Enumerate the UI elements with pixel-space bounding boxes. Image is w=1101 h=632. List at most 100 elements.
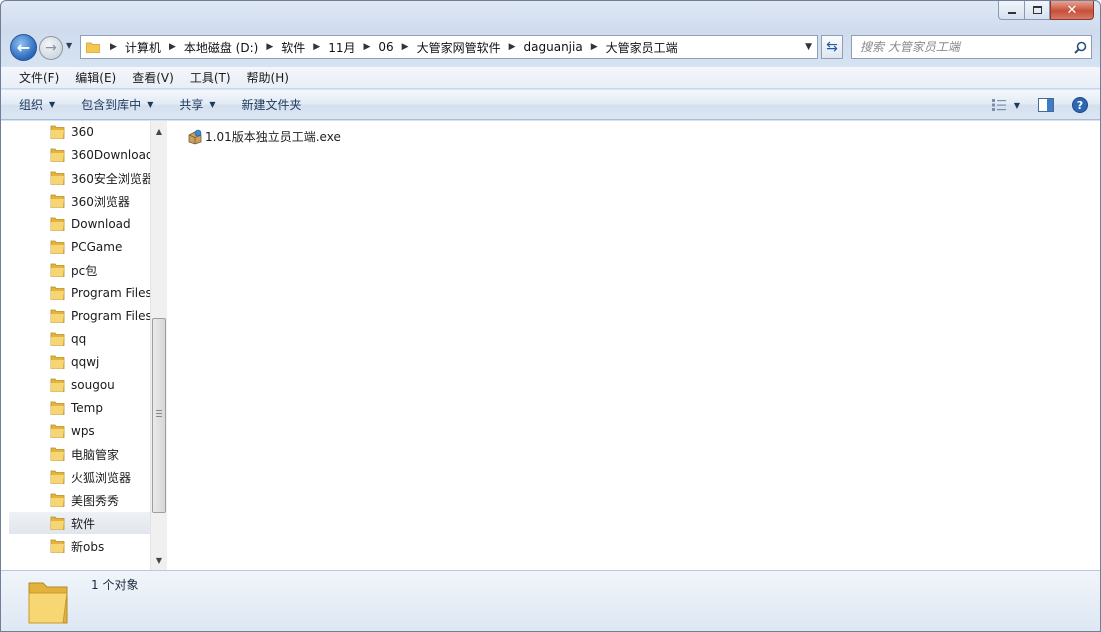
scroll-down-button[interactable]: ▼ [151, 552, 167, 568]
view-list-icon [991, 99, 1006, 111]
chevron-right-icon[interactable]: ▶ [169, 42, 176, 52]
command-bar: 组织 ▼ 包含到库中 ▼ 共享 ▼ 新建文件夹 ▼ ? [1, 90, 1100, 120]
tree-item[interactable]: PCGame [9, 236, 150, 258]
tree-item[interactable]: qqwj [9, 351, 150, 373]
breadcrumb-item[interactable]: daguanjia [524, 40, 583, 54]
minimize-button[interactable] [998, 1, 1024, 20]
breadcrumb-item[interactable]: 11月 [328, 39, 355, 56]
tree-item[interactable]: wps [9, 420, 150, 442]
tree-item-label: 360安全浏览器 [71, 171, 150, 186]
refresh-button[interactable]: ⇆ [821, 35, 843, 59]
tree-item[interactable]: Download [9, 213, 150, 235]
new-folder-button[interactable]: 新建文件夹 [242, 96, 302, 113]
breadcrumb-item[interactable]: 软件 [281, 39, 305, 56]
folder-icon [50, 148, 65, 162]
tree-item-label: Temp [71, 401, 103, 415]
tree-item[interactable]: pc包 [9, 259, 150, 281]
tree-item-label: 火狐浏览器 [71, 470, 132, 485]
tree-item[interactable]: 火狐浏览器 [9, 466, 150, 488]
folder-icon [50, 332, 65, 346]
breadcrumb-item[interactable]: 06 [378, 40, 393, 54]
tree-item-label: 美图秀秀 [71, 493, 120, 508]
search-box [851, 35, 1092, 59]
chevron-down-icon: ▼ [49, 100, 56, 109]
address-bar[interactable]: ▶ 计算机 ▶ 本地磁盘 (D:) ▶ 软件 ▶ 11月 ▶ 06 ▶ 大管家网管软件 ▶ daguanj… [80, 35, 818, 59]
menu-edit[interactable]: 编辑(E) [75, 69, 116, 86]
chevron-right-icon[interactable]: ▶ [509, 42, 516, 52]
folder-icon [50, 401, 65, 415]
organize-button[interactable]: 组织 ▼ [19, 96, 55, 113]
recent-pages-button[interactable]: ▼ [66, 41, 72, 50]
maximize-button[interactable] [1024, 1, 1050, 20]
close-icon: ✕ [1066, 2, 1078, 18]
chevron-right-icon[interactable]: ▶ [402, 42, 409, 52]
help-button[interactable]: ? [1072, 97, 1088, 113]
change-view-button[interactable]: ▼ [991, 99, 1020, 111]
chevron-down-icon: ▼ [1013, 100, 1020, 110]
menu-tools[interactable]: 工具(T) [190, 69, 231, 86]
chevron-down-icon: ▼ [209, 100, 216, 109]
include-in-library-button[interactable]: 包含到库中 ▼ [81, 96, 153, 113]
menu-file[interactable]: 文件(F) [19, 69, 59, 86]
tree-item[interactable]: Program Files [9, 282, 150, 304]
scroll-up-button[interactable]: ▲ [151, 123, 167, 139]
details-pane: 1 个对象 [1, 570, 1100, 631]
preview-pane-icon [1038, 98, 1054, 112]
tree-item[interactable]: 360Download [9, 144, 150, 166]
chevron-right-icon[interactable]: ▶ [363, 42, 370, 52]
menu-view[interactable]: 查看(V) [132, 69, 174, 86]
breadcrumb-item[interactable]: 大管家员工端 [606, 39, 678, 56]
tree-item-label: sougou [71, 378, 115, 392]
breadcrumb-item[interactable]: 大管家网管软件 [417, 39, 501, 56]
nav-pane-scrollbar[interactable]: ▲ ▼ [150, 121, 167, 570]
address-dropdown-button[interactable]: ▼ [805, 42, 812, 52]
search-input[interactable] [860, 37, 1069, 57]
tree-item-label: Program Files [71, 286, 150, 300]
tree-item-label: PCGame [71, 240, 123, 254]
folder-icon [50, 516, 65, 530]
tree-item-label: 软件 [71, 516, 96, 531]
chevron-right-icon[interactable]: ▶ [313, 42, 320, 52]
chevron-right-icon[interactable]: ▶ [110, 42, 117, 52]
installer-icon [188, 129, 202, 144]
search-icon [1073, 41, 1086, 54]
folder-icon [50, 493, 65, 507]
maximize-icon [1032, 6, 1042, 14]
folder-icon [50, 539, 65, 553]
navigation-pane: 360 360Download 360安全浏览器 360浏览器 Download PCGa… [9, 121, 150, 570]
include-in-library-label: 包含到库中 [81, 98, 142, 112]
tree-item-label: qq [71, 332, 87, 346]
chevron-down-icon: ▼ [66, 41, 73, 50]
tree-item[interactable]: sougou [9, 374, 150, 396]
search-button[interactable] [1069, 41, 1091, 54]
navigation-bar: ← → ▼ ▶ 计算机 ▶ 本地磁盘 (D:) ▶ 软件 ▶ 11月 ▶ 06 ▶ 大管家网管软件 ▶ d… [1, 31, 1100, 63]
back-arrow-icon: ← [16, 38, 31, 57]
tree-item[interactable]: 360 [9, 121, 150, 143]
breadcrumb-item[interactable]: 本地磁盘 (D:) [184, 39, 258, 56]
back-button[interactable]: ← [10, 34, 37, 61]
chevron-right-icon[interactable]: ▶ [591, 42, 598, 52]
tree-item[interactable]: 360浏览器 [9, 190, 150, 212]
folder-icon [50, 286, 65, 300]
tree-item[interactable]: qq [9, 328, 150, 350]
tree-item[interactable]: 软件 [9, 512, 150, 534]
preview-pane-button[interactable] [1038, 98, 1054, 112]
share-button[interactable]: 共享 ▼ [179, 96, 215, 113]
tree-item[interactable]: 360安全浏览器 [9, 167, 150, 189]
folder-icon [50, 355, 65, 369]
tree-item[interactable]: Temp [9, 397, 150, 419]
folder-icon [50, 171, 65, 185]
menu-help[interactable]: 帮助(H) [247, 69, 289, 86]
breadcrumb-item[interactable]: 计算机 [125, 39, 161, 56]
forward-button[interactable]: → [39, 36, 63, 60]
file-item[interactable]: 1.01版本独立员工端.exe [187, 128, 341, 145]
scroll-thumb[interactable] [152, 318, 166, 513]
close-button[interactable]: ✕ [1050, 1, 1094, 20]
tree-item[interactable]: Program Files [9, 305, 150, 327]
tree-item[interactable]: 电脑管家 [9, 443, 150, 465]
forward-arrow-icon: → [45, 40, 57, 56]
chevron-down-icon: ▼ [147, 100, 154, 109]
tree-item[interactable]: 美图秀秀 [9, 489, 150, 511]
tree-item[interactable]: 新obs [9, 535, 150, 557]
chevron-right-icon[interactable]: ▶ [266, 42, 273, 52]
